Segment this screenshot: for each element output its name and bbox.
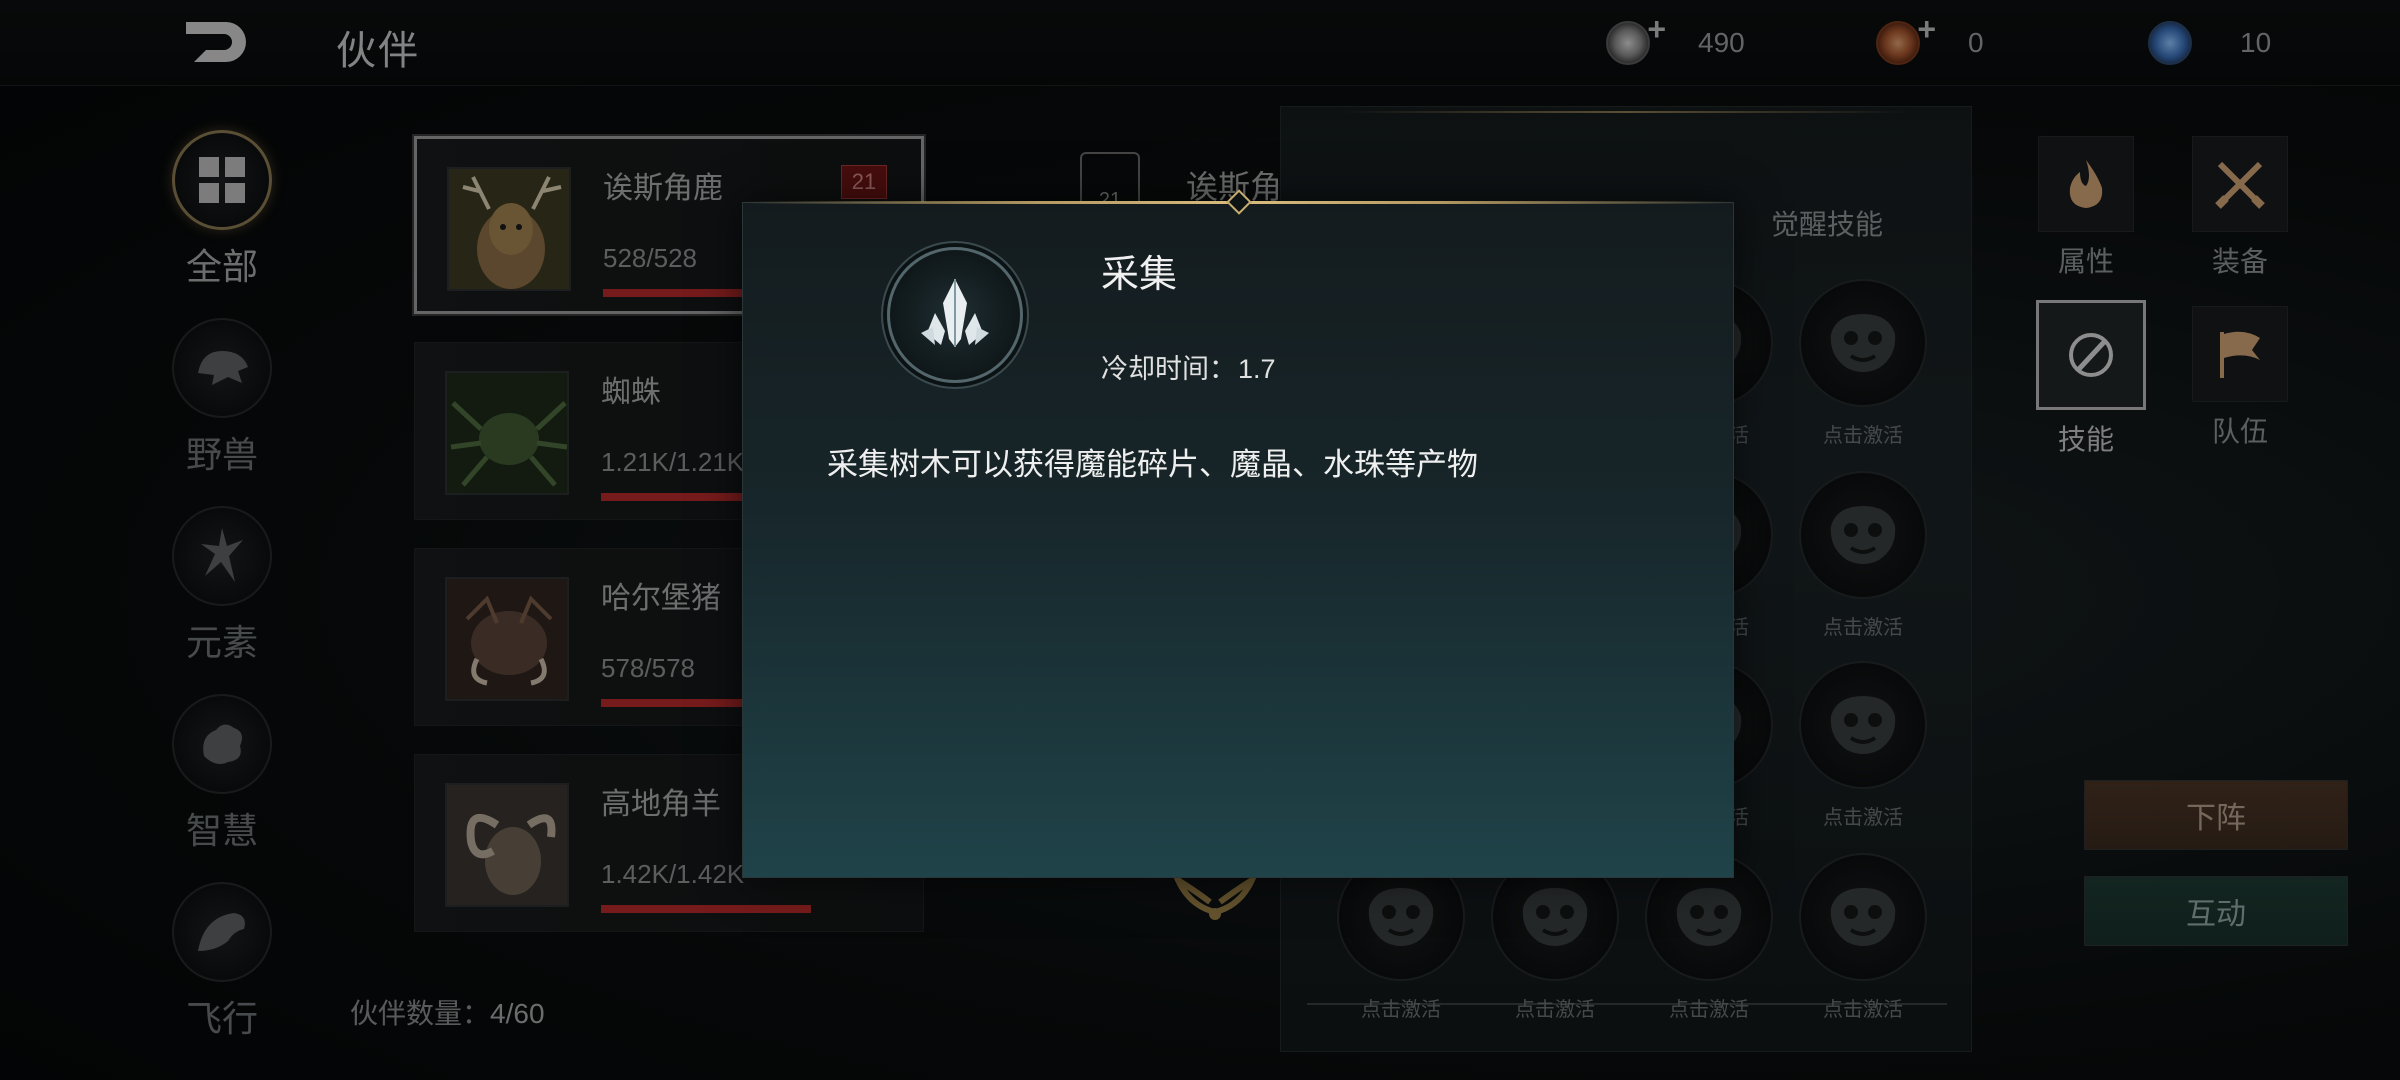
skill-description: 采集树木可以获得魔能碎片、魔晶、水珠等产物 bbox=[827, 447, 1478, 482]
cooldown-line: 冷却时间：1.7 bbox=[1101, 347, 1276, 386]
cooldown-label: 冷却时间： bbox=[1101, 354, 1236, 384]
skill-tooltip-modal: 采集 冷却时间：1.7 采集树木可以获得魔能碎片、魔晶、水珠等产物 bbox=[742, 189, 1735, 878]
skill-icon-frame bbox=[887, 247, 1023, 383]
game-screen: 伙伴 + 490 + 0 10 全部 野兽 元素 智慧 飞行 诶斯角鹿 21 5… bbox=[0, 0, 2400, 1080]
cooldown-value: 1.7 bbox=[1238, 354, 1276, 384]
crystal-icon bbox=[921, 279, 989, 347]
skill-title: 采集 bbox=[1101, 254, 1178, 296]
